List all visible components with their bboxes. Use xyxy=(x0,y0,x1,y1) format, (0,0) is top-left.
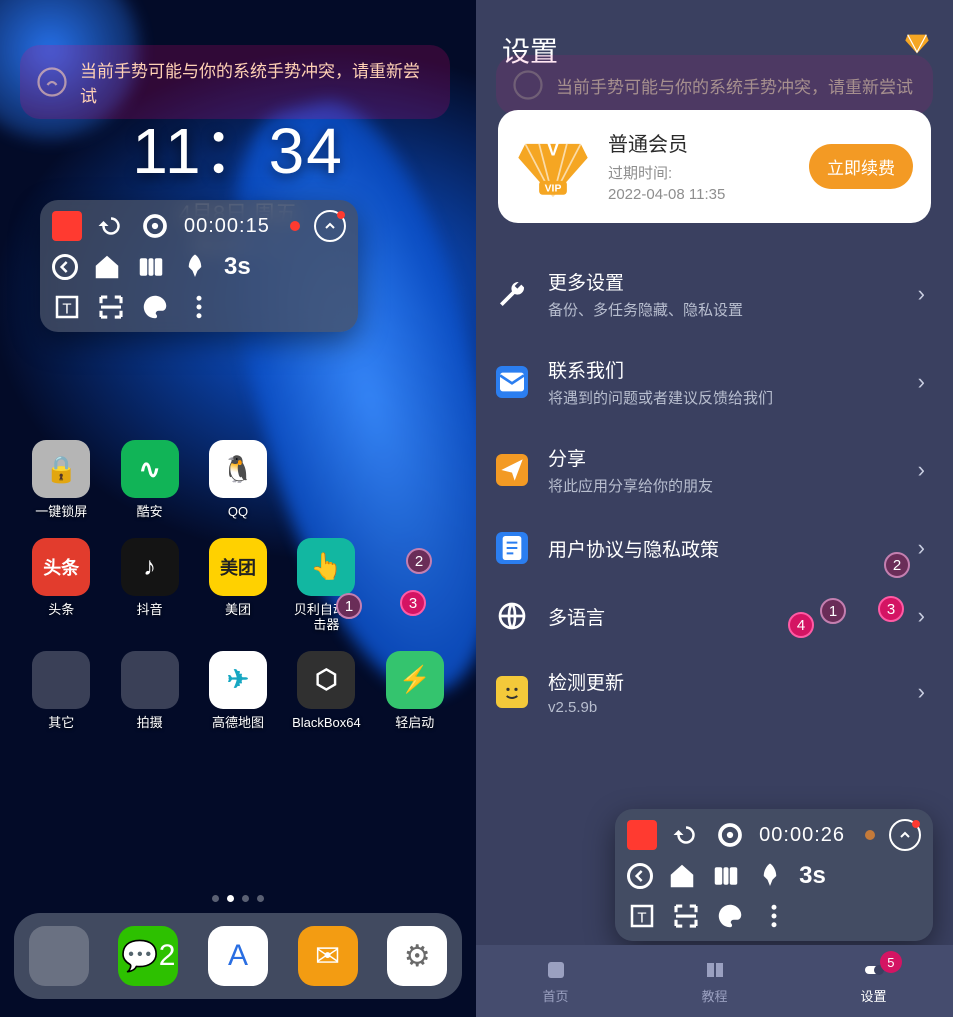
dock-app-folder[interactable] xyxy=(29,926,89,986)
click-point-2[interactable]: 2 xyxy=(406,548,432,574)
rocket-icon[interactable] xyxy=(755,861,785,891)
svg-text:T: T xyxy=(638,909,647,926)
recent-apps-icon[interactable] xyxy=(711,861,741,891)
more-icon[interactable] xyxy=(759,901,789,931)
tab-label: 设置 xyxy=(860,986,886,1005)
dock-app-邮件[interactable]: ✉ xyxy=(298,926,358,986)
home-screen: 当前手势可能与你的系统手势冲突，请重新尝试 11：34 4月8日 周五 晴 26… xyxy=(0,0,476,1017)
dock-app-app-a[interactable]: A xyxy=(208,926,268,986)
page-indicator xyxy=(0,895,476,902)
dock-app-设置[interactable]: ⚙ xyxy=(387,926,447,986)
tab-教程[interactable]: 教程 xyxy=(635,945,794,1017)
dock: 💬2 A ✉ ⚙ xyxy=(14,913,462,999)
home-nav-icon[interactable] xyxy=(667,861,697,891)
click-point-1[interactable]: 1 xyxy=(336,593,362,619)
tab-设置[interactable]: 设置 5 xyxy=(794,945,953,1017)
palette-icon[interactable] xyxy=(715,901,745,931)
back-nav-icon[interactable] xyxy=(627,863,653,889)
recording-dot xyxy=(865,830,875,840)
click-point-2[interactable]: 2 xyxy=(884,552,910,578)
record-stop-button[interactable] xyxy=(627,820,657,850)
click-point-3[interactable]: 3 xyxy=(400,590,426,616)
scan-icon[interactable] xyxy=(671,901,701,931)
click-point-4[interactable]: 4 xyxy=(788,612,814,638)
badge: 5 xyxy=(880,951,902,973)
recorder-timer: 00:00:26 xyxy=(759,824,845,847)
dock-app-微信[interactable]: 💬2 xyxy=(118,926,178,986)
collapse-panel-button[interactable] xyxy=(889,819,921,851)
click-point-3[interactable]: 3 xyxy=(878,596,904,622)
target-icon[interactable] xyxy=(715,820,745,850)
text-tool-icon[interactable]: T xyxy=(627,901,657,931)
tab-label: 首页 xyxy=(542,986,568,1005)
settings-screen: 设置 当前手势可能与你的系统手势冲突，请重新尝试 VVIP 普通会员 过期时间:… xyxy=(476,0,953,1017)
bottom-nav: 首页 教程 设置 5 xyxy=(476,945,953,1017)
recorder-panel[interactable]: 00:00:26 3s T xyxy=(615,809,933,941)
delay-label[interactable]: 3s xyxy=(799,862,826,890)
click-point-1[interactable]: 1 xyxy=(820,598,846,624)
tab-label: 教程 xyxy=(701,986,727,1005)
undo-icon[interactable] xyxy=(671,820,701,850)
tab-首页[interactable]: 首页 xyxy=(476,945,635,1017)
